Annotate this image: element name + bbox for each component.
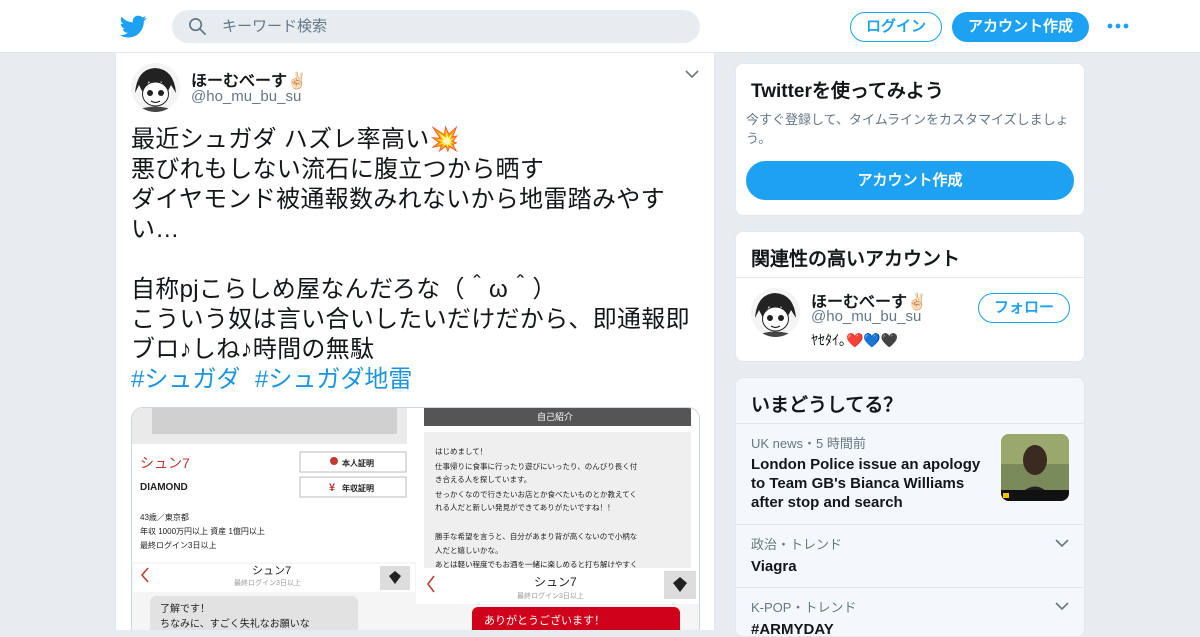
avatar-illustration bbox=[131, 63, 180, 112]
tweet-text: 最近シュガダ ハズレ率高い💥 悪びれもしない流石に腹立つから晒す ダイヤモンド被… bbox=[131, 126, 690, 363]
media-right-chat-sub: 最終ログイン3日以上 bbox=[517, 591, 584, 600]
signup-card: Twitterを使ってみよう 今すぐ登録して、タイムラインをカスタマイズしましょ… bbox=[735, 63, 1085, 216]
login-button[interactable]: ログイン bbox=[850, 12, 942, 42]
media-right-chat-name: シュン7 bbox=[534, 575, 577, 589]
news-photo bbox=[1001, 434, 1069, 501]
search-input[interactable] bbox=[222, 10, 682, 43]
trend-title[interactable]: Viagra bbox=[751, 557, 797, 576]
media-right-header: 自己紹介 bbox=[537, 411, 573, 422]
media-left-name: シュン7 bbox=[140, 455, 190, 471]
tweet-author-handle[interactable]: @ho_mu_bu_su bbox=[191, 88, 301, 105]
tweet-media[interactable]: シュン7 DIAMOND 本人証明 ¥ 年収証明 43歳／東京都 年収 1000… bbox=[131, 407, 700, 630]
media-right-body-2: 仕事帰りに食事に行ったり遊びにいったり、のんびり長く付 bbox=[435, 461, 638, 471]
media-left-line3: 最終ログイン3日以上 bbox=[140, 540, 216, 550]
media-right-body-6: 勝手な希望を言うと、自分があまり背が高くないので小柄な bbox=[435, 531, 637, 541]
user-icon bbox=[330, 457, 338, 465]
search-box[interactable] bbox=[172, 10, 700, 43]
media-left-badge1: 本人証明 bbox=[341, 458, 374, 468]
chevron-down-icon[interactable] bbox=[1055, 539, 1069, 548]
related-account-handle[interactable]: @ho_mu_bu_su bbox=[811, 308, 921, 325]
signup-card-description: 今すぐ登録して、タイムラインをカスタマイズしましょう。 bbox=[746, 112, 1069, 146]
media-left-bubble-1: 了解です！ bbox=[160, 602, 210, 615]
avatar[interactable] bbox=[751, 288, 800, 337]
related-accounts-title: 関連性の高いアカウント bbox=[751, 249, 961, 270]
trend-item[interactable]: 政治・トレンド Viagra bbox=[736, 524, 1084, 587]
trends-title: いまどうしてる？ bbox=[751, 395, 903, 416]
avatar[interactable] bbox=[131, 63, 180, 112]
media-right-body-5: れる人だと新しい発見ができてありがたいですね！！ bbox=[435, 502, 615, 512]
chevron-down-icon[interactable] bbox=[685, 69, 699, 79]
hashtag-link[interactable]: #シュガダ地雷 bbox=[255, 366, 412, 393]
media-right-body-8: あとは軽い程度でもお酒を一緒に楽しめると打ち解けやすく bbox=[435, 559, 638, 569]
top-navigation-bar: ログイン アカウント作成 bbox=[0, 0, 1200, 53]
create-account-button[interactable]: アカウント作成 bbox=[746, 161, 1074, 200]
trend-meta: K-POP・トレンド bbox=[751, 600, 857, 615]
tweet-card: ほーむべーす✌🏻 @ho_mu_bu_su 最近シュガダ ハズレ率高い💥 悪びれ… bbox=[115, 53, 715, 630]
signup-card-title: Twitterを使ってみよう bbox=[751, 81, 944, 102]
divider bbox=[736, 277, 1084, 278]
more-dots-icon[interactable] bbox=[1107, 21, 1129, 31]
media-left-chat-sub: 最終ログイン3日以上 bbox=[234, 578, 301, 587]
tweet-hashtags: #シュガダ #シュガダ地雷 bbox=[131, 365, 420, 395]
media-left-bubble-2: ちなみに、すごく失礼なお願いな bbox=[160, 617, 310, 630]
trend-item[interactable]: UK news・5 時間前 London Police issue an apo… bbox=[736, 423, 1084, 524]
yen-icon: ¥ bbox=[329, 482, 336, 494]
media-right-body-7: 人だと嬉しいかな。 bbox=[435, 545, 503, 555]
signup-button[interactable]: アカウント作成 bbox=[952, 12, 1089, 42]
related-account-bio: ﾔｾﾀｲ｡❤️💙🖤 bbox=[811, 332, 899, 348]
media-left-badge2: 年収証明 bbox=[342, 483, 374, 493]
media-right-body-3: き合える人を探しています。 bbox=[435, 474, 531, 484]
trend-meta: UK news・5 時間前 bbox=[751, 436, 866, 451]
media-right-body-1: はじめまして！ bbox=[435, 447, 487, 456]
media-left-rank: DIAMOND bbox=[140, 482, 188, 493]
media-right-body-4: せっかくなので行きたいお店とか食べたいものとか教えてく bbox=[435, 489, 637, 499]
trend-title[interactable]: London Police issue an apology to Team G… bbox=[751, 455, 991, 512]
search-icon bbox=[189, 18, 206, 35]
twitter-bird-icon[interactable] bbox=[120, 13, 147, 40]
trends-card: いまどうしてる？ UK news・5 時間前 London Police iss… bbox=[735, 377, 1085, 637]
trend-meta: 政治・トレンド bbox=[751, 537, 843, 552]
trend-title[interactable]: #ARMYDAY bbox=[751, 620, 834, 636]
avatar-illustration bbox=[751, 288, 800, 337]
media-right-bubble: ありがとうございます！ bbox=[484, 613, 605, 627]
media-left-line1: 43歳／東京都 bbox=[140, 512, 189, 522]
media-left-chat-name: シュン7 bbox=[252, 565, 291, 577]
media-left-line2: 年収 1000万円以上 資産 1億円以上 bbox=[140, 526, 265, 536]
hashtag-link[interactable]: #シュガダ bbox=[131, 366, 240, 393]
related-accounts-card: 関連性の高いアカウント ほーむべーす✌🏻 @ho_mu_bu_su ﾔｾﾀｲ｡❤… bbox=[735, 231, 1085, 362]
trend-thumbnail[interactable] bbox=[1001, 434, 1069, 501]
attached-screenshot-image: シュン7 DIAMOND 本人証明 ¥ 年収証明 43歳／東京都 年収 1000… bbox=[132, 408, 699, 630]
chevron-down-icon[interactable] bbox=[1055, 602, 1069, 611]
follow-button[interactable]: フォロー bbox=[978, 293, 1070, 323]
